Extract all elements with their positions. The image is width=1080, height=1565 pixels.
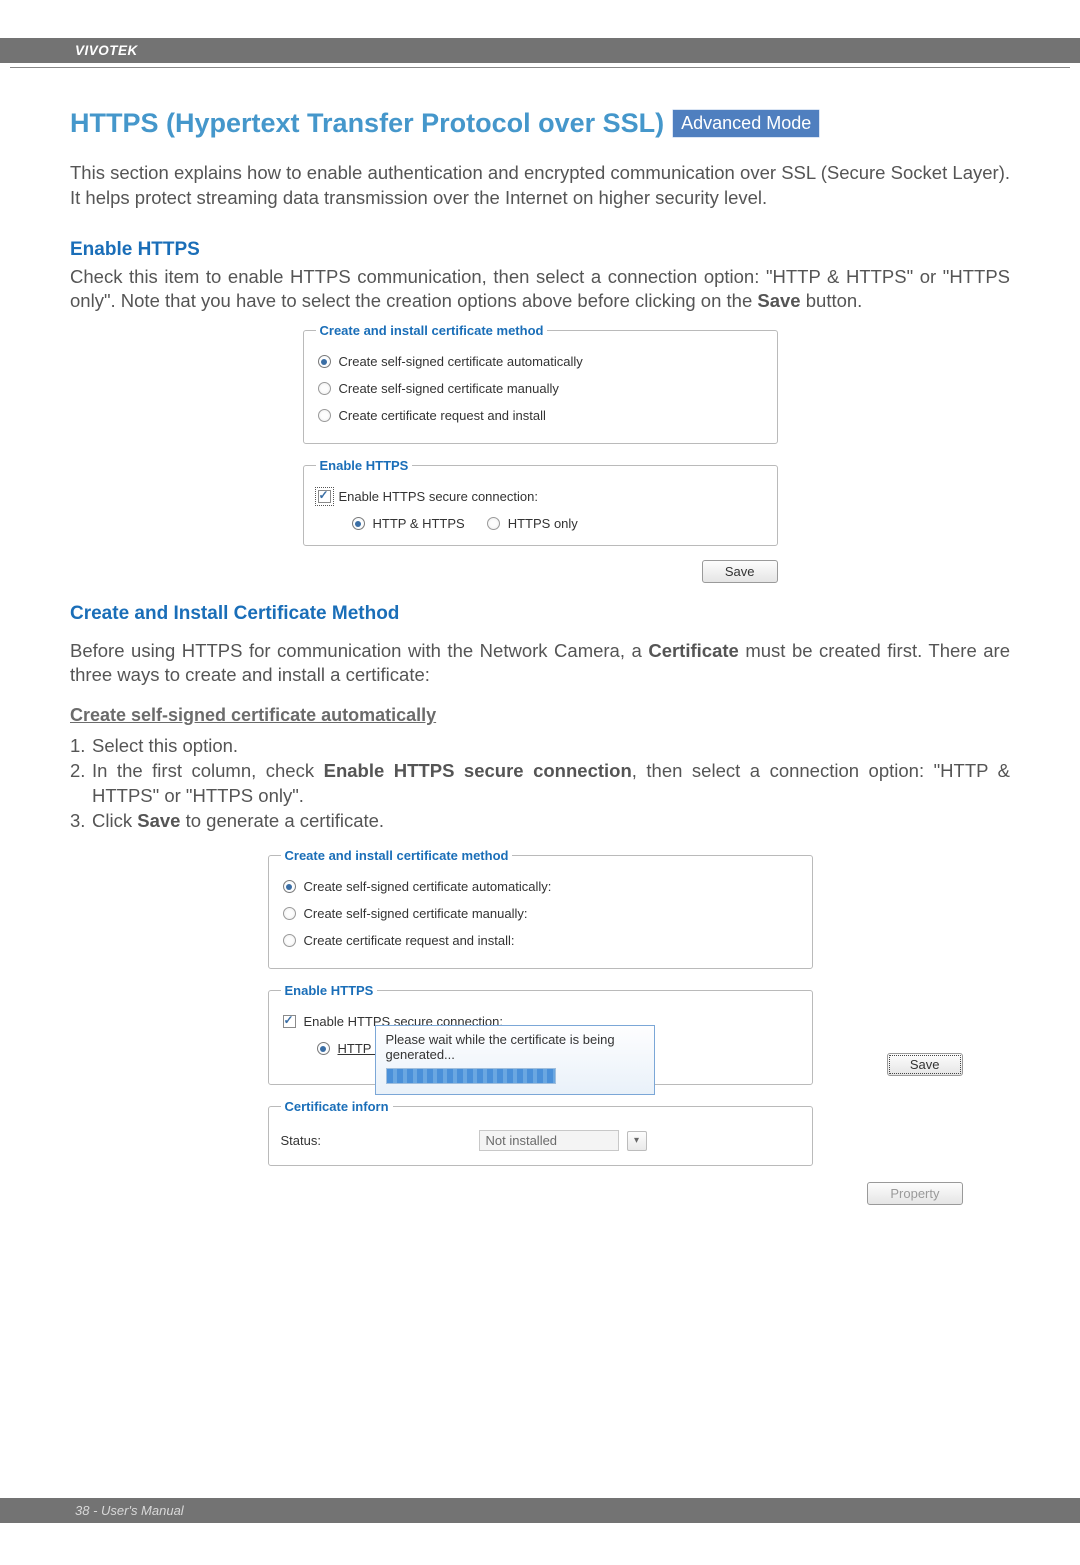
page-content: HTTPS (Hypertext Transfer Protocol over … <box>0 68 1080 1205</box>
radio-auto-icon-2[interactable] <box>283 880 296 893</box>
auto-cert-subheading: Create self-signed certificate automatic… <box>70 705 1010 726</box>
brand-logo: VIVOTEK <box>75 43 138 58</box>
step-2-pre: In the first column, check <box>92 760 324 781</box>
intro-paragraph: This section explains how to enable auth… <box>70 161 1010 211</box>
save-row-1: Save <box>303 560 778 583</box>
generating-popup-text: Please wait while the certificate is bei… <box>386 1032 644 1062</box>
radio-https-only-icon[interactable] <box>487 517 500 530</box>
cert-method-legend-2: Create and install certificate method <box>281 848 513 863</box>
enable-https-text-post: button. <box>801 290 863 311</box>
radio-auto-icon[interactable] <box>318 355 331 368</box>
save-row-2: Save <box>887 1053 963 1076</box>
mode-http-https-label: HTTP & HTTPS <box>373 516 465 531</box>
cert-method-legend: Create and install certificate method <box>316 323 548 338</box>
enable-https-fieldset: Enable HTTPS Enable HTTPS secure connect… <box>303 458 778 546</box>
cert-option-manual-label: Create self-signed certificate manually <box>339 381 559 396</box>
page-footer: 38 - User's Manual <box>0 1498 1080 1523</box>
enable-https-checkbox[interactable] <box>318 490 331 503</box>
status-label: Status: <box>281 1133 471 1148</box>
radio-http-https-icon-2[interactable] <box>317 1042 330 1055</box>
cert-method-fieldset-2: Create and install certificate method Cr… <box>268 848 813 969</box>
cert-option-request-2[interactable]: Create certificate request and install: <box>281 927 800 954</box>
enable-https-text-pre: Check this item to enable HTTPS communic… <box>70 266 1010 311</box>
cert-option-manual-label-2: Create self-signed certificate manually: <box>304 906 528 921</box>
cert-method-heading: Create and Install Certificate Method <box>70 603 1010 625</box>
save-button-2[interactable]: Save <box>887 1053 963 1076</box>
step-3-text: Click Save to generate a certificate. <box>92 809 1010 834</box>
step-2-num: 2. <box>70 759 92 809</box>
step-1-num: 1. <box>70 734 92 759</box>
cert-option-auto-label: Create self-signed certificate automatic… <box>339 354 583 369</box>
status-value: Not installed <box>479 1130 619 1151</box>
enable-https-text: Check this item to enable HTTPS communic… <box>70 265 1010 313</box>
step-2-bold: Enable HTTPS secure connection <box>324 760 632 781</box>
step-1: 1. Select this option. <box>70 734 1010 759</box>
cert-info-legend: Certificate inforn <box>281 1099 393 1114</box>
screenshot-panel-1: Create and install certificate method Cr… <box>303 323 778 583</box>
radio-manual-icon-2[interactable] <box>283 907 296 920</box>
cert-option-manual-2[interactable]: Create self-signed certificate manually: <box>281 900 800 927</box>
cert-option-request-label: Create certificate request and install <box>339 408 546 423</box>
enable-https-checkbox-row[interactable]: Enable HTTPS secure connection: <box>316 483 765 510</box>
enable-https-heading: Enable HTTPS <box>70 239 1010 261</box>
radio-http-https-icon[interactable] <box>352 517 365 530</box>
radio-request-icon-2[interactable] <box>283 934 296 947</box>
screenshot-panel-2: Create and install certificate method Cr… <box>268 848 813 1205</box>
step-3-pre: Click <box>92 810 137 831</box>
cert-option-auto-2[interactable]: Create self-signed certificate automatic… <box>281 873 800 900</box>
progress-bar <box>386 1068 556 1084</box>
cert-option-request[interactable]: Create certificate request and install <box>316 402 765 429</box>
https-mode-row: HTTP & HTTPS HTTPS only <box>316 516 765 531</box>
property-button[interactable]: Property <box>867 1182 962 1205</box>
cert-option-request-label-2: Create certificate request and install: <box>304 933 515 948</box>
mode-http-https[interactable]: HTTP & HTTPS <box>352 516 465 531</box>
step-3: 3. Click Save to generate a certificate. <box>70 809 1010 834</box>
cert-option-auto-label-2: Create self-signed certificate automatic… <box>304 879 552 894</box>
cert-info-fieldset: Certificate inforn Status: Not installed… <box>268 1099 813 1166</box>
enable-https-checkbox-label: Enable HTTPS secure connection: <box>339 489 538 504</box>
save-button[interactable]: Save <box>702 560 778 583</box>
advanced-mode-badge: Advanced Mode <box>674 111 818 136</box>
title-row: HTTPS (Hypertext Transfer Protocol over … <box>70 108 1010 139</box>
cert-method-paragraph: Before using HTTPS for communication wit… <box>70 639 1010 687</box>
property-row: Property <box>268 1182 963 1205</box>
footer-text: 38 - User's Manual <box>75 1503 184 1518</box>
enable-https-legend: Enable HTTPS <box>316 458 413 473</box>
cert-option-auto[interactable]: Create self-signed certificate automatic… <box>316 348 765 375</box>
page-header: VIVOTEK <box>0 38 1080 63</box>
step-2: 2. In the first column, check Enable HTT… <box>70 759 1010 809</box>
enable-https-save-word: Save <box>757 290 800 311</box>
mode-https-only-label: HTTPS only <box>508 516 578 531</box>
cert-option-manual[interactable]: Create self-signed certificate manually <box>316 375 765 402</box>
cert-method-pre: Before using HTTPS for communication wit… <box>70 640 648 661</box>
enable-https-checkbox-2[interactable] <box>283 1015 296 1028</box>
cert-method-bold: Certificate <box>648 640 738 661</box>
cert-method-fieldset: Create and install certificate method Cr… <box>303 323 778 444</box>
step-1-text: Select this option. <box>92 734 1010 759</box>
status-dropdown-arrow-icon[interactable]: ▾ <box>627 1131 647 1151</box>
status-row: Status: Not installed ▾ <box>281 1130 800 1151</box>
steps-list: 1. Select this option. 2. In the first c… <box>70 734 1010 834</box>
page-title: HTTPS (Hypertext Transfer Protocol over … <box>70 108 664 139</box>
radio-request-icon[interactable] <box>318 409 331 422</box>
enable-https-legend-2: Enable HTTPS <box>281 983 378 998</box>
step-2-text: In the first column, check Enable HTTPS … <box>92 759 1010 809</box>
radio-manual-icon[interactable] <box>318 382 331 395</box>
step-3-num: 3. <box>70 809 92 834</box>
step-3-post: to generate a certificate. <box>180 810 384 831</box>
generating-popup: Please wait while the certificate is bei… <box>375 1025 655 1095</box>
step-3-bold: Save <box>137 810 180 831</box>
mode-https-only[interactable]: HTTPS only <box>487 516 578 531</box>
